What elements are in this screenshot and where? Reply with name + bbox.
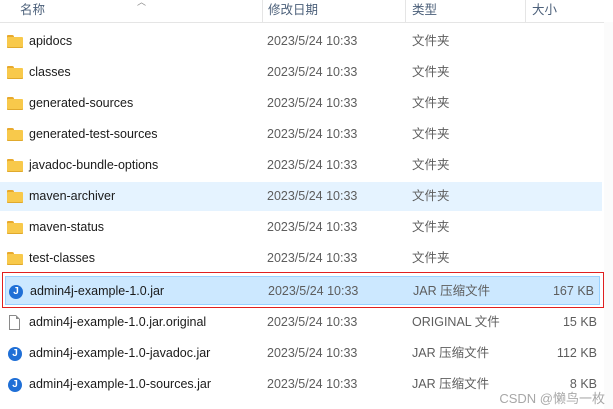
file-row[interactable]: apidocs 2023/5/24 10:33 文件夹 [0,27,602,56]
column-type-header[interactable]: 类型 [412,0,437,22]
folder-icon [7,65,23,81]
file-row-selected[interactable]: J admin4j-example-1.0.jar 2023/5/24 10:3… [5,276,600,305]
sort-ascending-icon: ︿ [137,0,147,7]
file-size: 167 KB [552,284,594,298]
file-row[interactable]: J admin4j-example-1.0-javadoc.jar 2023/5… [0,339,602,368]
column-size-header[interactable]: 大小 [532,0,557,22]
file-row-hovered[interactable]: maven-archiver 2023/5/24 10:33 文件夹 [0,182,602,211]
file-type: 文件夹 [412,34,450,48]
column-date-header[interactable]: 修改日期 [268,0,318,22]
java-jar-icon: J [8,284,24,300]
file-type: 文件夹 [412,220,450,234]
file-date: 2023/5/24 10:33 [267,34,358,48]
file-name: test-classes [29,251,95,265]
file-type: 文件夹 [412,127,450,141]
file-name: classes [29,65,71,79]
file-row[interactable]: test-classes 2023/5/24 10:33 文件夹 [0,244,602,273]
file-name: admin4j-example-1.0-javadoc.jar [29,346,211,360]
file-type: 文件夹 [412,158,450,172]
folder-icon [7,127,23,143]
file-row[interactable]: generated-test-sources 2023/5/24 10:33 文… [0,120,602,149]
file-type: 文件夹 [412,251,450,265]
file-name: generated-test-sources [29,127,158,141]
file-size: 15 KB [562,315,597,329]
file-name: admin4j-example-1.0.jar.original [29,315,207,329]
folder-icon [7,34,23,50]
java-jar-icon: J [7,346,23,362]
folder-icon [7,96,23,112]
file-row[interactable]: classes 2023/5/24 10:33 文件夹 [0,58,602,87]
column-divider[interactable] [262,0,263,22]
file-name: maven-archiver [29,189,116,203]
column-header: ︿ 名称 修改日期 类型 大小 [0,0,613,23]
file-row[interactable]: maven-status 2023/5/24 10:33 文件夹 [0,213,602,242]
file-name: javadoc-bundle-options [29,158,159,172]
folder-icon [7,251,23,267]
file-name: generated-sources [29,96,134,110]
file-type: JAR 压缩文件 [412,377,490,391]
file-type: JAR 压缩文件 [413,284,491,298]
file-date: 2023/5/24 10:33 [268,284,359,298]
file-row[interactable]: admin4j-example-1.0.jar.original 2023/5/… [0,308,602,337]
file-date: 2023/5/24 10:33 [267,251,358,265]
folder-icon [7,189,23,205]
column-name-header[interactable]: 名称 [20,0,45,22]
file-type: ORIGINAL 文件 [412,315,500,329]
file-date: 2023/5/24 10:33 [267,127,358,141]
file-date: 2023/5/24 10:33 [267,189,358,203]
generic-file-icon [7,315,23,331]
file-name: admin4j-example-1.0-sources.jar [29,377,212,391]
column-divider[interactable] [405,0,406,22]
file-type: JAR 压缩文件 [412,346,490,360]
file-date: 2023/5/24 10:33 [267,315,358,329]
file-size: 112 KB [556,346,597,360]
file-name: admin4j-example-1.0.jar [30,284,165,298]
file-type: 文件夹 [412,189,450,203]
file-date: 2023/5/24 10:33 [267,96,358,110]
folder-icon [7,220,23,236]
column-divider[interactable] [525,0,526,22]
file-date: 2023/5/24 10:33 [267,65,358,79]
folder-icon [7,158,23,174]
file-name: maven-status [29,220,105,234]
file-date: 2023/5/24 10:33 [267,377,358,391]
file-date: 2023/5/24 10:33 [267,158,358,172]
java-jar-icon: J [7,377,23,393]
file-date: 2023/5/24 10:33 [267,220,358,234]
file-type: 文件夹 [412,96,450,110]
file-name: apidocs [29,34,73,48]
file-row[interactable]: javadoc-bundle-options 2023/5/24 10:33 文… [0,151,602,180]
vertical-scrollbar[interactable] [604,22,613,409]
file-row[interactable]: generated-sources 2023/5/24 10:33 文件夹 [0,89,602,118]
watermark: CSDN @懒鸟一枚 [499,391,605,406]
file-type: 文件夹 [412,65,450,79]
file-date: 2023/5/24 10:33 [267,346,358,360]
